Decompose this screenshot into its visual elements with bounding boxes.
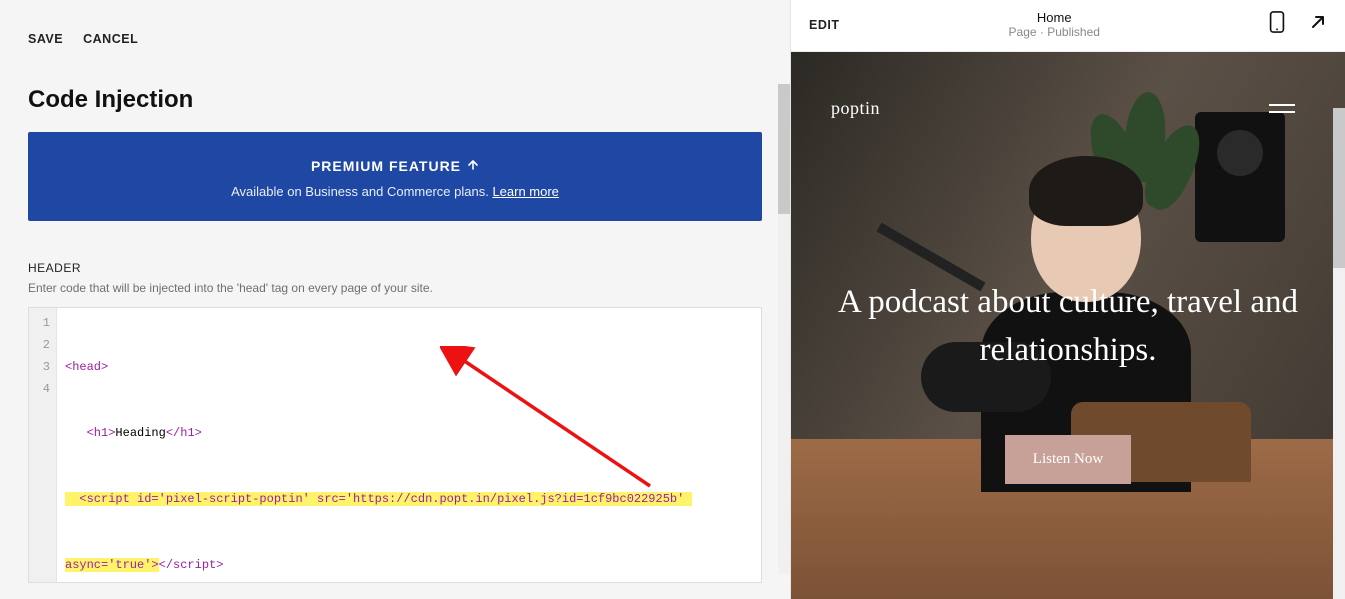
premium-title-text: PREMIUM FEATURE [311, 158, 461, 174]
premium-banner: PREMIUM FEATURE Available on Business an… [28, 132, 762, 221]
premium-title: PREMIUM FEATURE [311, 158, 479, 174]
settings-panel: SAVE CANCEL Code Injection PREMIUM FEATU… [0, 0, 790, 599]
save-button[interactable]: SAVE [28, 32, 63, 46]
cancel-button[interactable]: CANCEL [83, 32, 138, 46]
preview-icon-group [1269, 11, 1327, 38]
code-token: <h1> [87, 426, 116, 440]
premium-subtitle: Available on Business and Commerce plans… [38, 184, 752, 199]
mobile-preview-icon[interactable] [1269, 11, 1285, 38]
upgrade-arrow-icon [467, 158, 479, 174]
premium-subtitle-text: Available on Business and Commerce plans… [231, 184, 492, 199]
brand-logo[interactable]: poptin [831, 98, 880, 119]
code-token: Heading [115, 426, 165, 440]
preview-panel: EDIT Home Page · Published [790, 0, 1345, 599]
line-number: 3 [29, 356, 50, 378]
right-scrollbar[interactable] [1333, 108, 1345, 599]
code-content[interactable]: <head> <h1>Heading</h1> <script id='pixe… [57, 308, 761, 582]
line-number: 2 [29, 334, 50, 356]
code-token-highlighted: async='true'> [65, 558, 159, 572]
header-section-description: Enter code that will be injected into th… [0, 281, 790, 307]
open-external-icon[interactable] [1309, 13, 1327, 36]
edit-button[interactable]: EDIT [809, 18, 839, 32]
page-title: Code Injection [0, 46, 790, 132]
code-token [65, 426, 87, 440]
hero-headline: A podcast about culture, travel and rela… [791, 279, 1345, 375]
preview-page-status: Page · Published [839, 25, 1269, 39]
code-token: </h1> [166, 426, 202, 440]
right-scrollbar-thumb[interactable] [1333, 108, 1345, 268]
left-scrollbar[interactable] [778, 84, 790, 574]
site-preview[interactable]: poptin A podcast about culture, travel a… [791, 52, 1345, 599]
preview-page-name: Home [839, 10, 1269, 25]
preview-toolbar: EDIT Home Page · Published [791, 0, 1345, 52]
code-token: <head> [65, 360, 108, 374]
preview-meta: Home Page · Published [839, 10, 1269, 39]
preview-overlay: poptin A podcast about culture, travel a… [791, 52, 1345, 599]
learn-more-link[interactable]: Learn more [492, 184, 558, 199]
listen-now-button[interactable]: Listen Now [1005, 435, 1131, 484]
left-scrollbar-thumb[interactable] [778, 84, 790, 214]
code-token: </script> [159, 558, 224, 572]
header-section-label: HEADER [0, 221, 790, 281]
code-token-highlighted: <script id='pixel-script-poptin' src='ht… [65, 492, 692, 506]
line-number: 1 [29, 312, 50, 334]
line-number: 4 [29, 378, 50, 400]
code-editor[interactable]: 1 2 3 4 <head> <h1>Heading</h1> <script … [28, 307, 762, 583]
hamburger-menu-icon[interactable] [1269, 104, 1295, 113]
line-number-gutter: 1 2 3 4 [29, 308, 57, 582]
top-actions: SAVE CANCEL [0, 0, 790, 46]
preview-header-row: poptin [791, 52, 1345, 119]
